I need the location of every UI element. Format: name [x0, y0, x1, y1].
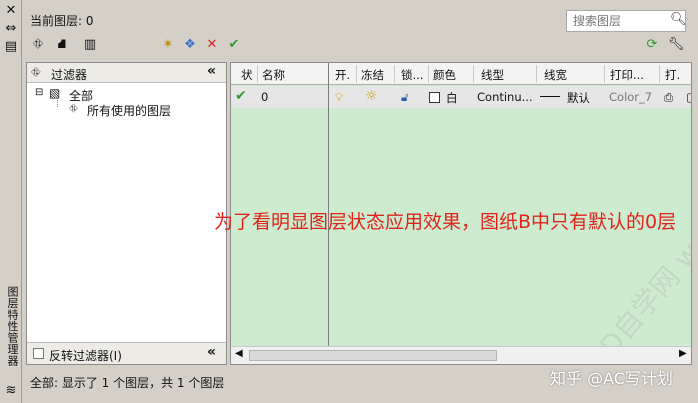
layer-color[interactable]: 白: [446, 90, 458, 106]
auto-hide-icon[interactable]: ⇔: [3, 22, 19, 36]
new-group-filter-icon[interactable]: ⛘: [52, 36, 72, 54]
new-property-filter-icon[interactable]: ⛗: [28, 36, 48, 54]
palette-title-strip: ✕ ⇔ ▤ 图层特性管理器 ≋: [0, 0, 22, 403]
col-name[interactable]: 名称: [262, 67, 285, 83]
used-layers-filter-icon: ⛗: [69, 102, 78, 115]
current-layer-label: 当前图层: 0: [30, 14, 94, 28]
col-color[interactable]: 颜色: [433, 67, 456, 83]
layer-list-header: 状 名称 开. 冻结 锁... 颜色 线型 线宽 打印... 打.: [231, 63, 691, 85]
filter-tree-panel: ⛗ 过滤器 « ⊟ ▧ 全部 ⛗ 所有使用的图层 反转过滤器(I) «: [26, 62, 227, 365]
col-plot-style[interactable]: 打印...: [610, 67, 644, 83]
filter-tree-child[interactable]: 所有使用的图层: [87, 102, 171, 119]
scroll-thumb[interactable]: [249, 350, 497, 361]
scroll-right-icon[interactable]: ▶: [679, 348, 687, 359]
col-sep: [659, 65, 660, 83]
horizontal-scrollbar[interactable]: ◀ ▶: [231, 346, 691, 364]
col-sep: [536, 65, 537, 83]
search-layers-input[interactable]: [566, 10, 686, 32]
red-annotation: 为了看明显图层状态应用效果，图纸B中只有默认的0层: [214, 211, 677, 233]
watermark: 知乎 @AC写计划: [550, 369, 673, 388]
col-status[interactable]: 状: [241, 67, 253, 83]
lightbulb-on-icon[interactable]: 💡︎: [335, 90, 343, 105]
collapse-tree-icon[interactable]: «: [207, 344, 216, 360]
new-vp-freeze-icon[interactable]: ▢: [686, 90, 691, 104]
all-layers-icon: ▧: [49, 86, 61, 100]
column-divider: [328, 63, 329, 346]
palette-title: 图层特性管理器: [6, 286, 19, 367]
set-current-icon[interactable]: ✔: [224, 36, 244, 54]
sun-thawed-icon[interactable]: ☼: [365, 88, 378, 104]
new-layer-vp-frozen-icon[interactable]: ❖: [180, 36, 200, 54]
layer-name[interactable]: 0: [261, 90, 268, 104]
col-sep: [356, 65, 357, 83]
scroll-left-icon[interactable]: ◀: [235, 348, 243, 359]
col-on[interactable]: 开.: [335, 67, 350, 83]
table-row[interactable]: ✔ 0 💡︎ ☼ 🔓︎ 白 Continu... 默认 Color_7 ⎙ ▢: [231, 86, 691, 108]
col-plot[interactable]: 打.: [665, 67, 680, 83]
printer-icon[interactable]: ⎙: [664, 90, 673, 105]
unlocked-icon[interactable]: 🔓︎: [401, 90, 408, 105]
current-layer-check-icon: ✔: [235, 88, 247, 104]
layer-linetype[interactable]: Continu...: [477, 90, 533, 104]
properties-icon[interactable]: ▤: [3, 40, 19, 54]
filter-icon: ⛗: [31, 65, 41, 79]
col-sep: [473, 65, 474, 83]
layers-stack-icon: ≋: [5, 383, 17, 398]
layer-plot-style[interactable]: Color_7: [609, 90, 652, 104]
delete-layer-icon[interactable]: ✕: [202, 36, 222, 54]
invert-filter-checkbox[interactable]: [33, 348, 44, 359]
settings-icon[interactable]: 🔧︎: [666, 36, 686, 54]
filter-tree-header: ⛗ 过滤器 «: [27, 63, 226, 83]
tree-collapse-icon[interactable]: ⊟: [35, 87, 43, 98]
layer-states-manager-icon[interactable]: ▥: [80, 36, 100, 54]
invert-filter-label: 反转过滤器(I): [49, 349, 122, 363]
search-icon[interactable]: 🔍︎: [670, 12, 687, 27]
layer-lineweight[interactable]: 默认: [567, 90, 590, 106]
col-sep: [604, 65, 605, 83]
new-layer-icon[interactable]: ✶: [158, 36, 178, 54]
collapse-icon[interactable]: «: [207, 63, 216, 79]
tree-connector: [57, 97, 58, 107]
col-sep: [257, 65, 258, 83]
filter-tree-footer: 反转过滤器(I) «: [27, 342, 226, 364]
col-lineweight[interactable]: 线宽: [544, 67, 567, 83]
col-freeze[interactable]: 冻结: [361, 67, 384, 83]
lineweight-sample: [540, 96, 560, 97]
col-lock[interactable]: 锁...: [401, 67, 423, 83]
status-text: 全部: 显示了 1 个图层，共 1 个图层: [30, 376, 225, 390]
close-icon[interactable]: ✕: [3, 4, 19, 18]
color-swatch[interactable]: [429, 92, 440, 103]
refresh-icon[interactable]: ⟳: [642, 36, 662, 54]
col-linetype[interactable]: 线型: [481, 67, 504, 83]
col-sep: [428, 65, 429, 83]
col-sep: [394, 65, 395, 83]
filter-tree-title: 过滤器: [51, 68, 88, 82]
